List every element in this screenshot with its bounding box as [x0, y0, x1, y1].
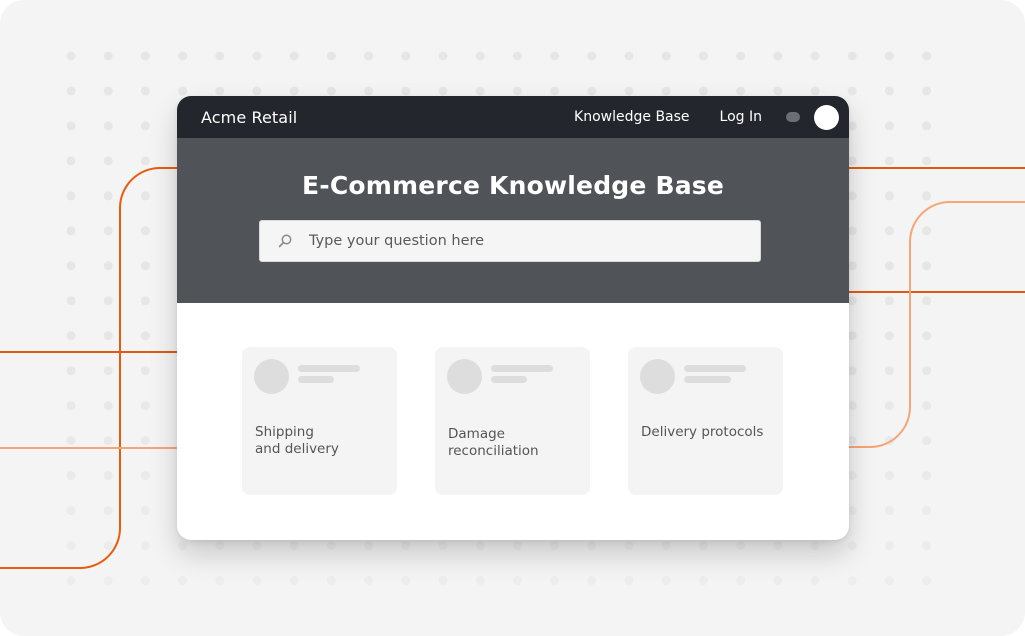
nav-link-log-in[interactable]: Log In	[720, 109, 762, 125]
page-title: E-Commerce Knowledge Base	[301, 171, 725, 200]
placeholder-line	[684, 376, 731, 383]
topic-card-list: Shipping and delivery Damage reconciliat…	[242, 347, 783, 495]
search-bar[interactable]	[259, 220, 761, 262]
orange-path-left	[0, 167, 180, 569]
topic-card-label: Damage reconciliation	[448, 426, 539, 459]
orange-path-right	[845, 201, 1025, 448]
placeholder-line	[491, 365, 553, 372]
search-input[interactable]	[307, 232, 760, 250]
top-navigation-bar: Acme Retail Knowledge Base Log In	[177, 96, 849, 138]
brand-logo[interactable]: Acme Retail	[201, 108, 574, 127]
search-icon	[278, 234, 292, 248]
hero-banner: E-Commerce Knowledge Base	[177, 138, 849, 303]
topic-card-damage-reconciliation[interactable]: Damage reconciliation	[435, 347, 590, 495]
placeholder-line	[491, 376, 527, 383]
background-canvas: Acme Retail Knowledge Base Log In E-Comm…	[0, 0, 1025, 636]
placeholder-line	[298, 365, 360, 372]
topic-card-shipping-and-delivery[interactable]: Shipping and delivery	[242, 347, 397, 495]
placeholder-line	[298, 376, 334, 383]
nav-link-knowledge-base[interactable]: Knowledge Base	[574, 109, 690, 125]
placeholder-line	[684, 365, 746, 372]
topic-card-delivery-protocols[interactable]: Delivery protocols	[628, 347, 783, 495]
topic-card-label: Shipping and delivery	[255, 424, 339, 457]
placeholder-circle-icon	[254, 359, 289, 394]
topic-card-label: Delivery protocols	[641, 424, 764, 440]
placeholder-circle-icon	[640, 359, 675, 394]
app-window: Acme Retail Knowledge Base Log In E-Comm…	[177, 96, 849, 540]
status-dot-icon	[786, 112, 800, 122]
placeholder-circle-icon	[447, 359, 482, 394]
avatar[interactable]	[814, 104, 839, 130]
